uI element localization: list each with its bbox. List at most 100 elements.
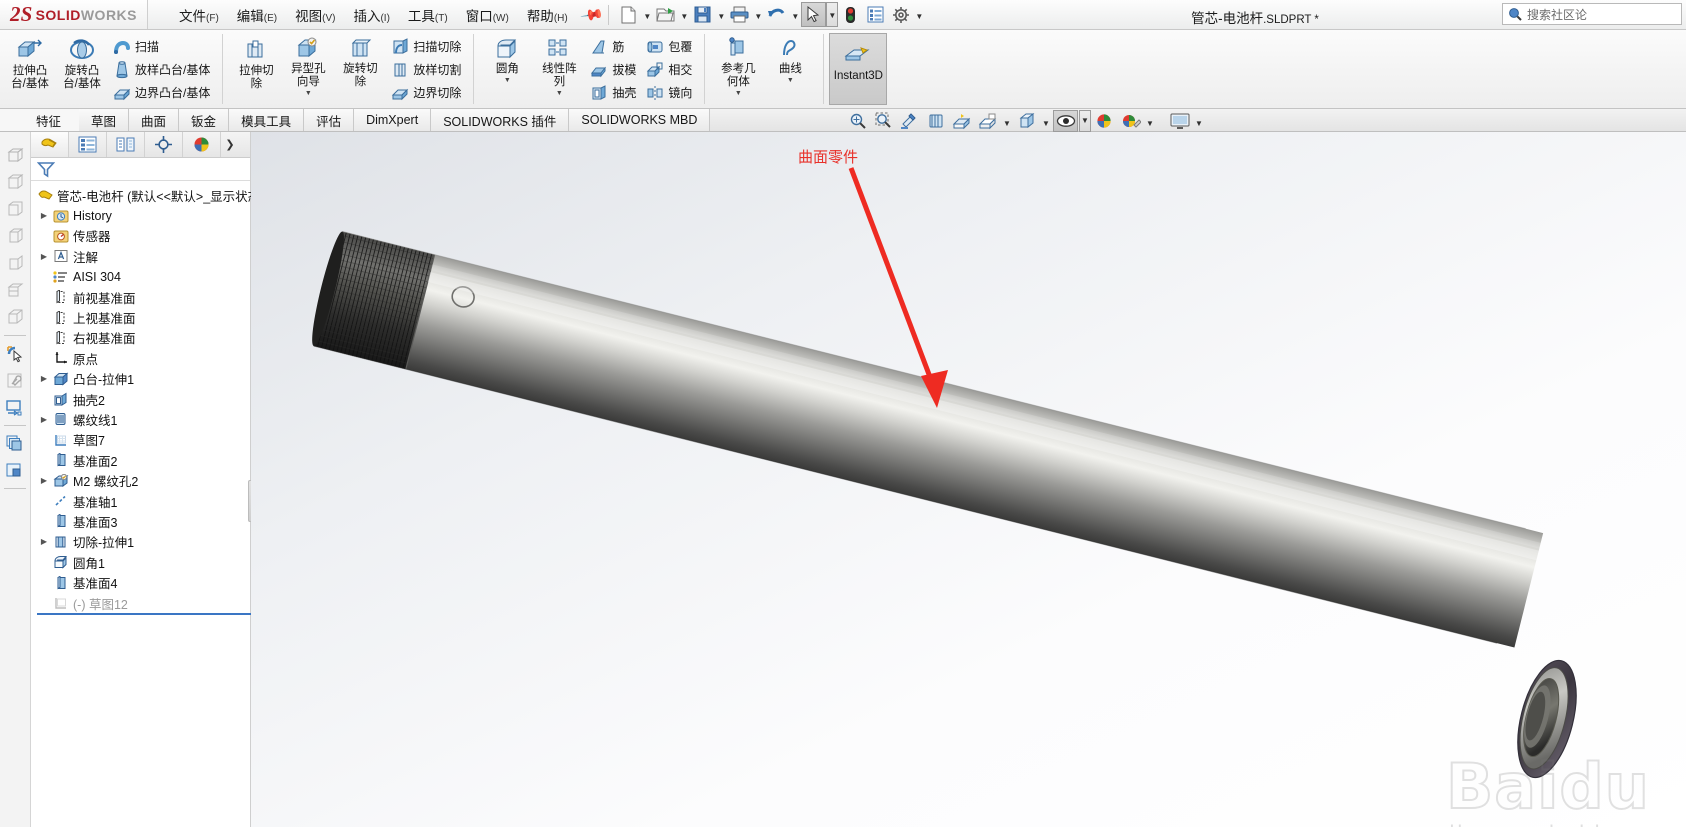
tree-twisty[interactable]: ▶ [37,211,51,220]
intersect-button[interactable]: 相交 [641,58,697,81]
tab-surfaces[interactable]: 曲面 [129,109,180,131]
view-orientation-icon[interactable] [949,110,974,132]
tab-sketch[interactable]: 草图 [79,109,130,131]
new-document-dropdown[interactable]: ▼ [641,2,653,27]
tree-item-right-plane[interactable]: 右视基准面 [33,328,250,348]
hide-show-dropdown[interactable]: ▼ [1040,109,1052,134]
appearance-sphere-icon[interactable] [1118,110,1143,132]
menu-edit[interactable]: 编辑(E) [228,2,286,28]
mirror-button[interactable]: 镜向 [641,81,697,104]
tab-solidworks-addins[interactable]: SOLIDWORKS 插件 [431,109,570,131]
edit-wrench-icon[interactable] [2,367,28,394]
boundary-boss-button[interactable]: 边界凸台/基体 [108,81,215,104]
open-document-button[interactable] [653,2,678,27]
boundary-cut-button[interactable]: 边界切除 [386,81,466,104]
zoom-fit-icon[interactable] [845,110,870,132]
curves-button[interactable]: 曲线 ▼ [764,32,816,106]
tree-item-shell-2[interactable]: 抽壳2 [33,389,250,409]
front-view-cube-icon[interactable] [2,196,28,223]
select-dropdown[interactable]: ▼ [826,2,839,27]
menu-tools[interactable]: 工具(T) [399,2,457,28]
display-style-dropdown[interactable]: ▼ [1001,109,1013,134]
tree-item-sensors[interactable]: 传感器 [33,226,250,246]
tree-item-material[interactable]: AISI 304 [33,267,250,287]
extrude-boss-button[interactable]: 拉伸凸 台/基体 [4,32,56,106]
appearance-dropdown[interactable]: ▼ [1144,109,1156,134]
part-document-icon[interactable] [2,142,28,169]
menu-file[interactable]: 文件(F) [170,2,228,28]
options-dropdown[interactable]: ▼ [913,2,925,27]
tree-item-history[interactable]: ▶ History [33,205,250,225]
sweep-cut-button[interactable]: 扫描切除 [386,35,466,58]
viewport-layout-dropdown[interactable]: ▼ [1193,109,1205,134]
section-view-icon[interactable] [923,110,948,132]
tab-dimxpert[interactable]: DimXpert [354,109,432,131]
pushpin-icon[interactable]: 📌 [579,2,605,28]
tree-item-plane-2[interactable]: 基准面2 [33,450,250,470]
tab-features[interactable]: 特征 [0,109,80,131]
new-document-button[interactable] [616,2,641,27]
reference-geometry-dropdown[interactable]: ▼ [735,90,742,97]
configurations-stack-icon[interactable] [2,430,28,457]
display-style-icon[interactable] [975,110,1000,132]
draft-button[interactable]: 拔模 [585,58,641,81]
top-view-cube-icon[interactable] [2,277,28,304]
save-button[interactable] [690,2,715,27]
tree-item-fillet-1[interactable]: 圆角1 [33,552,250,572]
tree-twisty[interactable]: ▶ [37,537,51,546]
tree-item-front-plane[interactable]: 前视基准面 [33,287,250,307]
previous-view-icon[interactable] [897,110,922,132]
hole-wizard-button[interactable]: 异型孔 向导 ▼ [282,32,334,106]
feature-tree-filter[interactable] [31,158,250,181]
tree-item-annotations[interactable]: ▶ 注解 [33,246,250,266]
open-document-dropdown[interactable]: ▼ [678,2,690,27]
tab-evaluate[interactable]: 评估 [304,109,355,131]
fillet-button[interactable]: 圆角 ▼ [481,32,533,106]
scene-sphere-icon[interactable] [1092,110,1117,132]
extrude-cut-button[interactable]: 拉伸切除 [230,32,282,106]
tree-item-top-plane[interactable]: 上视基准面 [33,307,250,327]
section-cube-icon[interactable] [2,304,28,331]
curves-dropdown[interactable]: ▼ [787,77,794,84]
tree-item-origin[interactable]: 原点 [33,348,250,368]
right-view-cube-icon[interactable] [2,250,28,277]
rebuild-button[interactable] [838,2,863,27]
print-dropdown[interactable]: ▼ [752,2,764,27]
feature-manager-tab[interactable] [31,132,69,157]
tree-item-extrude-cut-1[interactable]: ▶ 切除-拉伸1 [33,532,250,552]
file-properties-button[interactable] [863,2,888,27]
search-input[interactable]: 搜索社区论 [1502,3,1682,25]
fillet-dropdown[interactable]: ▼ [504,77,511,84]
dimxpert-manager-tab[interactable] [145,132,183,157]
select-pointer-icon[interactable] [2,340,28,367]
tree-item-axis-1[interactable]: 基准轴1 [33,491,250,511]
shell-button[interactable]: 抽壳 [585,81,641,104]
graphics-viewport[interactable]: 曲面零件 Baidu 经验 jingyan.baidu.com 7号游戏网 7H… [251,132,1686,827]
configuration-manager-tab[interactable] [107,132,145,157]
property-manager-tab[interactable] [69,132,107,157]
eye-dropdown[interactable]: ▼ [1079,110,1091,132]
menu-view[interactable]: 视图(V) [286,2,344,28]
display-manager-icon[interactable] [2,457,28,484]
tree-item-extrude-boss-1[interactable]: ▶ 凸台-拉伸1 [33,369,250,389]
left-view-cube-icon[interactable] [2,223,28,250]
tree-item-sketch-12[interactable]: (-) 草图12 [33,593,250,613]
iso-cube-icon[interactable] [2,169,28,196]
menu-help[interactable]: 帮助(H) [518,2,577,28]
reference-geometry-button[interactable]: 参考几 何体 ▼ [712,32,764,106]
loft-cut-button[interactable]: 放样切割 [386,58,466,81]
tab-solidworks-mbd[interactable]: SOLIDWORKS MBD [569,109,711,131]
tree-root[interactable]: 管芯-电池杆 (默认<<默认>_显示状态 [33,185,260,205]
tree-item-thread-1[interactable]: ▶ 螺纹线1 [33,409,250,429]
eye-icon[interactable] [1053,110,1078,132]
undo-dropdown[interactable]: ▼ [789,2,801,27]
tree-twisty[interactable]: ▶ [37,374,51,383]
rib-button[interactable]: 筋 [585,35,641,58]
loft-boss-button[interactable]: 放样凸台/基体 [108,58,215,81]
menu-insert[interactable]: 插入(I) [344,2,398,28]
tab-mold-tools[interactable]: 模具工具 [229,109,305,131]
tree-item-hole-wizard-2[interactable]: ▶ M2 螺纹孔2 [33,470,250,490]
tree-twisty[interactable]: ▶ [37,476,51,485]
revolve-boss-button[interactable]: 旋转凸 台/基体 [56,32,108,106]
tab-sheetmetal[interactable]: 钣金 [179,109,230,131]
